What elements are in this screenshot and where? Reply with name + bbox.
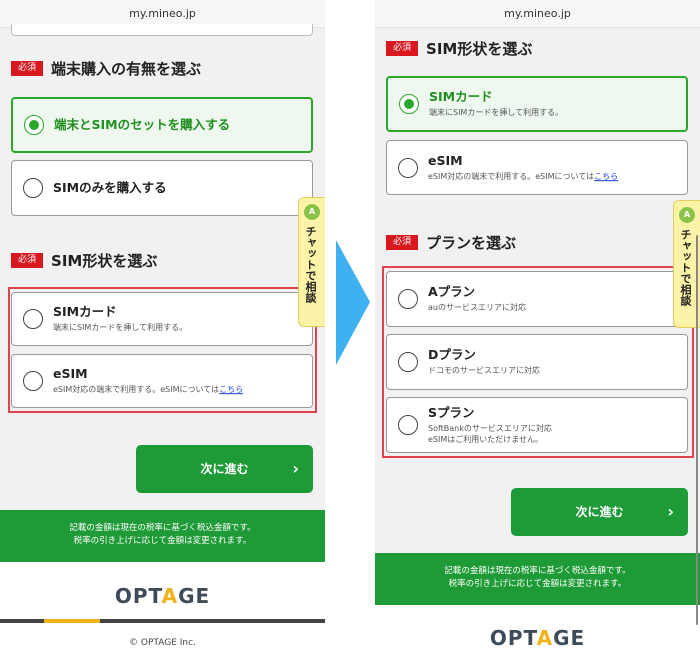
next-button[interactable]: 次に進む › bbox=[136, 445, 313, 493]
tax-note-line: 税率の引き上げに応じて金額は変更されます。 bbox=[73, 536, 252, 547]
radio-button[interactable] bbox=[23, 309, 43, 329]
tax-note-line: 記載の金額は現在の税率に基づく税込金額です。 bbox=[69, 523, 256, 533]
option-description: 端末にSIMカードを挿して利用する。 bbox=[53, 323, 188, 333]
option-description-line: eSIMはご利用いただけません。 bbox=[428, 434, 544, 444]
next-button-label: 次に進む bbox=[200, 462, 249, 476]
stage: my.mineo.jp 必須 端末購入の有無を選ぶ 端末とSIMのセットを購入す… bbox=[0, 0, 700, 650]
section-title: SIM形状を選ぶ bbox=[51, 252, 158, 270]
previous-card-edge bbox=[11, 24, 313, 36]
radio-dot bbox=[29, 120, 39, 130]
option-label: SIMカード bbox=[53, 304, 117, 320]
option-sim-only[interactable]: SIMのみを購入する bbox=[11, 160, 313, 216]
qa-icon: A bbox=[304, 204, 320, 220]
chevron-right-icon: › bbox=[667, 502, 674, 521]
option-label: Aプラン bbox=[428, 284, 476, 300]
option-sim-card[interactable]: SIMカード 端末にSIMカードを挿して利用する。 bbox=[386, 76, 688, 132]
esim-info-link[interactable]: こちら bbox=[219, 385, 243, 394]
radio-button-selected[interactable] bbox=[24, 115, 44, 135]
option-label: eSIM bbox=[53, 366, 88, 382]
option-description: eSIM対応の端末で利用する。eSIMについてはこちら bbox=[428, 172, 679, 182]
section-header-sim-type: 必須 SIM形状を選ぶ bbox=[11, 250, 157, 271]
radio-dot bbox=[404, 99, 414, 109]
option-description: 端末にSIMカードを挿して利用する。 bbox=[429, 108, 564, 118]
section-title: SIM形状を選ぶ bbox=[426, 40, 533, 58]
required-badge: 必須 bbox=[11, 253, 44, 268]
section-header-plan: 必須 プランを選ぶ bbox=[386, 232, 516, 253]
chevron-right-icon: › bbox=[292, 459, 299, 478]
option-label: Dプラン bbox=[428, 347, 476, 363]
required-badge: 必須 bbox=[11, 61, 44, 76]
copyright-text: © OPTAGE Inc. bbox=[129, 638, 196, 648]
option-label: SIMのみを購入する bbox=[53, 179, 167, 195]
chat-tab-label: チャットで相談 bbox=[679, 229, 692, 306]
phone-screen-left: my.mineo.jp 必須 端末購入の有無を選ぶ 端末とSIMのセットを購入す… bbox=[0, 0, 325, 650]
footer-stripe bbox=[0, 619, 44, 623]
chat-tab-label: チャットで相談 bbox=[304, 226, 317, 303]
option-plan-a[interactable]: Aプラン auのサービスエリアに対応 bbox=[386, 271, 688, 327]
tax-note-line: 税率の引き上げに応じて金額は変更されます。 bbox=[448, 579, 627, 590]
option-plan-s[interactable]: Sプラン SoftBankのサービスエリアに対応 eSIMはご利用いただけません… bbox=[386, 397, 688, 453]
next-button[interactable]: 次に進む › bbox=[511, 488, 688, 536]
radio-button[interactable] bbox=[398, 157, 418, 178]
required-badge: 必須 bbox=[386, 41, 419, 56]
radio-button[interactable] bbox=[23, 371, 43, 391]
radio-button[interactable] bbox=[398, 415, 418, 435]
radio-button[interactable] bbox=[398, 352, 418, 372]
option-label: 端末とSIMのセットを購入する bbox=[54, 116, 231, 132]
footer-stripe bbox=[44, 619, 100, 623]
tax-note-footer: 記載の金額は現在の税率に基づく税込金額です。 税率の引き上げに応じて金額は変更さ… bbox=[0, 510, 325, 562]
tax-note-line: 記載の金額は現在の税率に基づく税込金額です。 bbox=[444, 566, 631, 576]
chat-consult-tab[interactable]: A チャットで相談 bbox=[298, 197, 325, 327]
option-label: SIMカード bbox=[429, 89, 493, 105]
option-description-text: eSIM対応の端末で利用する。eSIMについては bbox=[428, 171, 595, 181]
option-label: Sプラン bbox=[428, 404, 475, 420]
scrollbar[interactable] bbox=[696, 235, 698, 625]
option-label: eSIM bbox=[428, 152, 463, 168]
optage-logo: OPTAGE bbox=[489, 626, 586, 650]
arrow-right-icon bbox=[336, 240, 370, 365]
section-header-purchase: 必須 端末購入の有無を選ぶ bbox=[11, 58, 201, 79]
option-description: SoftBankのサービスエリアに対応 eSIMはご利用いただけません。 bbox=[428, 424, 679, 445]
radio-button[interactable] bbox=[398, 289, 418, 309]
option-device-and-sim[interactable]: 端末とSIMのセットを購入する bbox=[11, 97, 313, 153]
next-button-label: 次に進む bbox=[575, 505, 624, 519]
esim-info-link[interactable]: こちら bbox=[594, 172, 618, 181]
footer-stripe bbox=[100, 619, 325, 623]
option-description: ドコモのサービスエリアに対応 bbox=[428, 366, 540, 376]
url-bar[interactable]: my.mineo.jp bbox=[375, 0, 700, 28]
option-description-text: eSIM対応の端末で利用する。eSIMについては bbox=[53, 385, 220, 395]
option-esim[interactable]: eSIM eSIM対応の端末で利用する。eSIMについてはこちら bbox=[386, 140, 688, 195]
phone-screen-right: my.mineo.jp 必須 SIM形状を選ぶ SIMカード 端末にSIMカード… bbox=[375, 0, 700, 650]
optage-logo: OPTAGE bbox=[114, 584, 211, 608]
option-esim[interactable]: eSIM eSIM対応の端末で利用する。eSIMについてはこちら bbox=[11, 354, 313, 408]
radio-button[interactable] bbox=[23, 178, 43, 198]
section-title: プランを選ぶ bbox=[426, 234, 517, 252]
option-description: eSIM対応の端末で利用する。eSIMについてはこちら bbox=[53, 385, 304, 395]
option-description-line: SoftBankのサービスエリアに対応 bbox=[428, 424, 552, 434]
section-title: 端末購入の有無を選ぶ bbox=[51, 60, 202, 78]
section-header-sim-type: 必須 SIM形状を選ぶ bbox=[386, 38, 532, 59]
tax-note-footer: 記載の金額は現在の税率に基づく税込金額です。 税率の引き上げに応じて金額は変更さ… bbox=[375, 553, 700, 605]
option-sim-card[interactable]: SIMカード 端末にSIMカードを挿して利用する。 bbox=[11, 292, 313, 346]
option-plan-d[interactable]: Dプラン ドコモのサービスエリアに対応 bbox=[386, 334, 688, 390]
qa-icon: A bbox=[679, 207, 695, 223]
option-description: auのサービスエリアに対応 bbox=[428, 303, 526, 313]
required-badge: 必須 bbox=[386, 235, 419, 250]
radio-button-selected[interactable] bbox=[399, 94, 419, 114]
